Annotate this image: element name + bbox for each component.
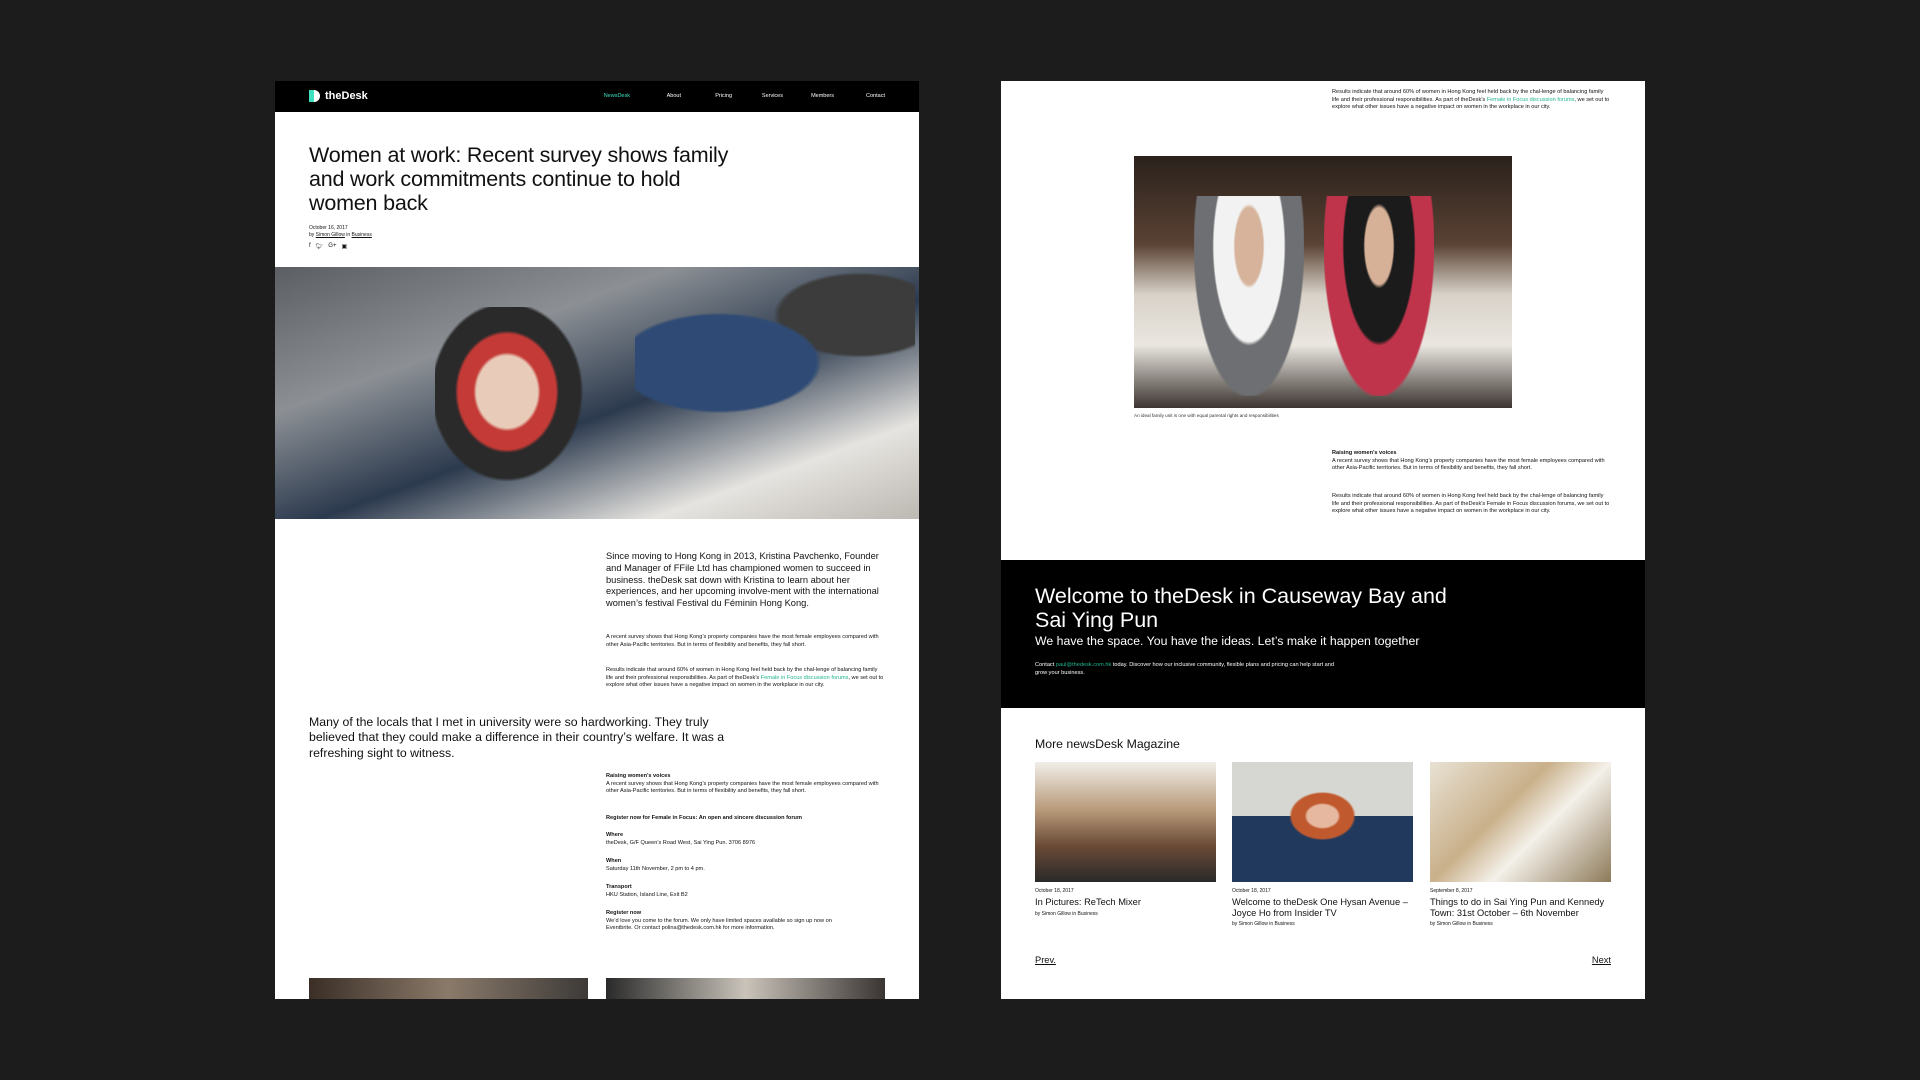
where-text: theDesk, G/F Queen’s Road West, Sai Ying… <box>606 839 756 846</box>
category-link[interactable]: Business <box>352 232 372 238</box>
hero-image <box>275 267 919 519</box>
card-date: September 8, 2017 <box>1430 888 1473 894</box>
card-date: October 18, 2017 <box>1035 888 1074 894</box>
article-paragraph: Results indicate that around 60% of wome… <box>1332 493 1610 515</box>
photo-caption: An ideal family unit is one with equal p… <box>1134 413 1279 418</box>
promo-title: Welcome to theDesk in Causeway Bay and S… <box>1035 584 1447 632</box>
forum-link[interactable]: Female in Focus discussion forums <box>1487 97 1575 103</box>
card-image[interactable] <box>1035 762 1216 882</box>
related-article-card[interactable]: October 18, 2017 In Pictures: ReTech Mix… <box>1035 762 1216 917</box>
author-link[interactable]: Simon Gillow <box>316 232 345 238</box>
nav-links: NewsDesk About Pricing Services Members … <box>579 93 885 99</box>
register-heading-text: Register now for Female in Focus: An ope… <box>606 815 802 821</box>
interview-photo <box>1134 156 1512 408</box>
google-plus-icon[interactable]: G+ <box>328 243 336 250</box>
next-link[interactable]: Next <box>1592 955 1611 965</box>
card-title[interactable]: Things to do in Sai Ying Pun and Kennedy… <box>1430 897 1611 918</box>
register-label: Register now <box>606 910 642 916</box>
thedesk-logo-icon <box>309 90 320 102</box>
brand-logo[interactable]: theDesk <box>309 90 368 102</box>
voices-heading: Raising women’s voices <box>1332 450 1397 456</box>
article-title: Women at work: Recent survey shows famil… <box>309 143 729 215</box>
article-lede: Since moving to Hong Kong in 2013, Krist… <box>606 551 879 609</box>
twitter-icon[interactable]: 🐦︎ <box>316 243 324 250</box>
card-image[interactable] <box>1232 762 1413 882</box>
linkedin-icon[interactable]: ▣ <box>341 243 347 250</box>
nav-link-about[interactable]: About <box>630 93 681 99</box>
article-paragraph: Results indicate that around 60% of wome… <box>1332 89 1612 112</box>
transport-label: Transport <box>606 884 632 890</box>
article-meta: October 16, 2017 by Simon Gillow in Busi… <box>309 225 372 239</box>
register-heading: Register now for Female in Focus: An ope… <box>606 815 886 823</box>
when-label: When <box>606 858 622 864</box>
voices-section: Raising women’s voices A recent survey s… <box>1332 450 1612 473</box>
nav-link-pricing[interactable]: Pricing <box>681 93 732 99</box>
share-icons: f 🐦︎ G+ ▣ <box>309 243 347 250</box>
when-section: When Saturday 11th November, 2 pm to 4 p… <box>606 858 886 873</box>
nav-link-services[interactable]: Services <box>732 93 783 99</box>
article-page: theDesk NewsDesk About Pricing Services … <box>275 81 919 999</box>
voices-text: A recent survey shows that Hong Kong’s p… <box>1332 457 1605 472</box>
voices-text: A recent survey shows that Hong Kong’s p… <box>606 780 879 795</box>
article-paragraph: A recent survey shows that Hong Kong’s p… <box>606 634 879 648</box>
contact-prefix: Contact <box>1035 662 1055 668</box>
article-paragraph: Results indicate that around 60% of wome… <box>606 667 886 690</box>
byline-in: in <box>346 232 351 238</box>
top-navigation: theDesk NewsDesk About Pricing Services … <box>275 81 919 112</box>
facebook-icon[interactable]: f <box>309 243 311 250</box>
prev-link[interactable]: Prev. <box>1035 955 1056 965</box>
card-title[interactable]: In Pictures: ReTech Mixer <box>1035 897 1216 908</box>
promo-banner: Welcome to theDesk in Causeway Bay and S… <box>1001 560 1645 708</box>
voices-section: Raising women’s voices A recent survey s… <box>606 773 886 796</box>
where-label: Where <box>606 832 624 838</box>
promo-subtitle: We have the space. You have the ideas. L… <box>1035 634 1420 648</box>
transport-section: Transport HKU Station, Island Line, Exit… <box>606 884 886 899</box>
article-date: October 16, 2017 <box>309 225 348 231</box>
when-text: Saturday 11th November, 2 pm to 4 pm. <box>606 865 705 872</box>
card-byline: by Simon Gillow in Business <box>1430 921 1493 927</box>
article-page-continued: Results indicate that around 60% of wome… <box>1001 81 1645 999</box>
register-section: Register now We’d love you come to the f… <box>606 910 846 933</box>
register-text: We’d love you come to the forum. We only… <box>606 917 832 932</box>
card-title[interactable]: Welcome to theDesk One Hysan Avenue – Jo… <box>1232 897 1413 918</box>
article-byline: by Simon Gillow in Business <box>309 232 372 239</box>
card-byline: by Simon Gillow in Business <box>1232 921 1295 927</box>
nav-link-members[interactable]: Members <box>783 93 834 99</box>
contact-email-link[interactable]: paul@thedesk.com.hk <box>1056 662 1111 668</box>
where-section: Where theDesk, G/F Queen’s Road West, Sa… <box>606 832 886 847</box>
pull-quote: Many of the locals that I met in univers… <box>309 715 725 760</box>
promo-contact: Contact paul@thedesk.com.hk today. Disco… <box>1035 662 1335 677</box>
related-article-card[interactable]: September 8, 2017 Things to do in Sai Yi… <box>1430 762 1611 927</box>
nav-link-newsdesk[interactable]: NewsDesk <box>579 93 630 99</box>
more-heading: More newsDesk Magazine <box>1035 737 1180 751</box>
card-date: October 18, 2017 <box>1232 888 1271 894</box>
voices-heading: Raising women’s voices <box>606 773 671 779</box>
transport-text: HKU Station, Island Line, Exit B2 <box>606 891 688 898</box>
gallery-image <box>309 978 588 999</box>
forum-link[interactable]: Female in Focus discussion forums <box>761 675 849 681</box>
byline-prefix: by <box>309 232 315 238</box>
related-article-card[interactable]: October 18, 2017 Welcome to theDesk One … <box>1232 762 1413 927</box>
brand-name: theDesk <box>325 90 368 102</box>
card-byline: by Simon Gillow in Business <box>1035 910 1098 917</box>
card-image[interactable] <box>1430 762 1611 882</box>
nav-link-contact[interactable]: Contact <box>834 93 885 99</box>
gallery-image <box>606 978 885 999</box>
